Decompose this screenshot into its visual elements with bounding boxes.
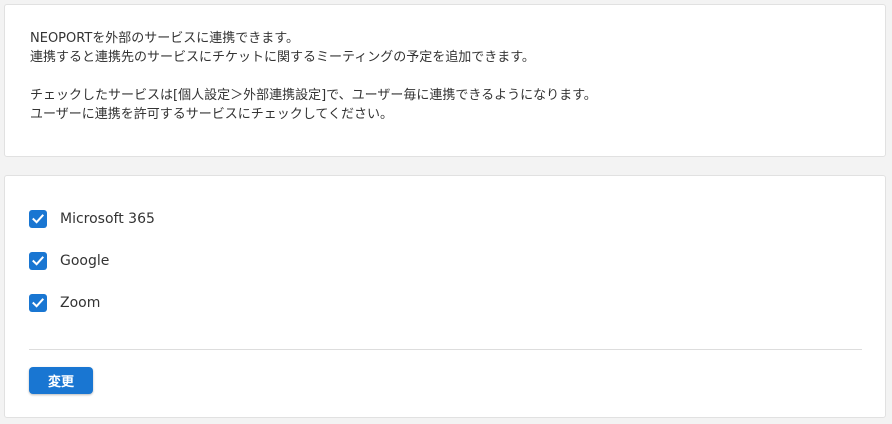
service-option-zoom[interactable]: Zoom bbox=[29, 293, 155, 313]
checkmark-icon bbox=[32, 256, 45, 266]
service-option-google[interactable]: Google bbox=[29, 251, 155, 271]
info-line-2: 連携すると連携先のサービスにチケットに関するミーティングの予定を追加できます。 bbox=[30, 50, 535, 65]
divider bbox=[29, 349, 862, 350]
service-option-microsoft-365[interactable]: Microsoft 365 bbox=[29, 209, 155, 229]
info-line-3: チェックしたサービスは[個人設定＞外部連携設定]で、ユーザー毎に連携できるように… bbox=[30, 88, 597, 103]
checkmark-icon bbox=[32, 214, 45, 224]
services-card: Microsoft 365 Google Zoom 変更 bbox=[4, 175, 886, 418]
service-checkbox-google[interactable] bbox=[29, 252, 47, 270]
service-list: Microsoft 365 Google Zoom bbox=[29, 209, 155, 335]
service-label: Microsoft 365 bbox=[60, 211, 155, 227]
service-label: Zoom bbox=[60, 295, 101, 311]
service-checkbox-zoom[interactable] bbox=[29, 294, 47, 312]
info-line-1: NEOPORTを外部のサービスに連携できます。 bbox=[30, 31, 299, 46]
info-line-4: ユーザーに連携を許可するサービスにチェックしてください。 bbox=[30, 107, 393, 122]
checkmark-icon bbox=[32, 298, 45, 308]
info-card: NEOPORTを外部のサービスに連携できます。 連携すると連携先のサービスにチケ… bbox=[4, 4, 886, 157]
service-label: Google bbox=[60, 253, 110, 269]
service-checkbox-microsoft-365[interactable] bbox=[29, 210, 47, 228]
submit-button[interactable]: 変更 bbox=[29, 367, 93, 394]
